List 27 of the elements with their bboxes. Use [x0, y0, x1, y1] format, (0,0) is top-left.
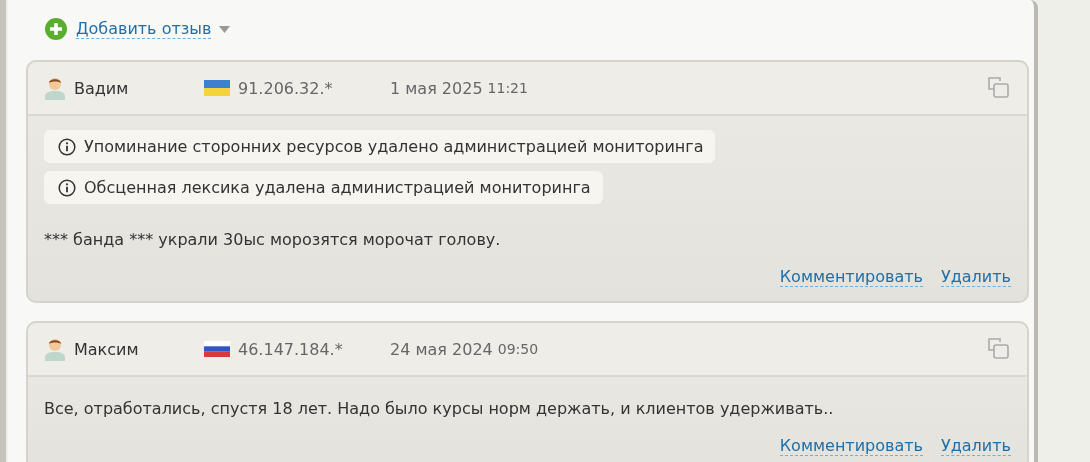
add-review-link[interactable]: Добавить отзыв: [76, 18, 212, 40]
review-time: 09:50: [497, 341, 539, 358]
info-icon: [58, 178, 76, 197]
user-avatar-icon: [44, 337, 66, 362]
copy-icon[interactable]: [987, 76, 1011, 100]
ip-address: 91.206.32.*: [238, 78, 334, 98]
flag-icon: [204, 341, 230, 358]
ip-address: 46.147.184.*: [238, 339, 344, 359]
dropdown-caret-icon[interactable]: [219, 25, 231, 33]
action-link[interactable]: Комментировать: [779, 436, 923, 457]
notice-text: Обсценная лексика удалена администрацией мониторинга: [84, 178, 591, 197]
notice-text: Упоминание сторонних ресурсов удалено администрацией мониторинга: [84, 137, 704, 156]
review-text: Все, отработались, спустя 18 лет. Надо было курсы норм держать, и клиентов удерживать..: [44, 399, 834, 419]
plus-icon[interactable]: [44, 17, 68, 41]
action-link[interactable]: Удалить: [941, 267, 1011, 288]
review-time: 11:21: [487, 80, 528, 96]
review-date: 1 мая 2025: [390, 78, 483, 98]
review-date: 24 мая 2024: [390, 339, 493, 359]
flag-icon: [204, 80, 230, 96]
author-name: Вадим: [74, 78, 130, 98]
author-name: Максим: [74, 339, 140, 359]
copy-icon[interactable]: [987, 337, 1011, 362]
review-text: *** банда *** украли 30ыс морозятся морочат голову.: [44, 230, 501, 249]
info-icon: [58, 137, 76, 156]
action-link[interactable]: Удалить: [941, 436, 1011, 457]
action-link[interactable]: Комментировать: [779, 267, 923, 288]
user-avatar-icon: [44, 76, 66, 100]
